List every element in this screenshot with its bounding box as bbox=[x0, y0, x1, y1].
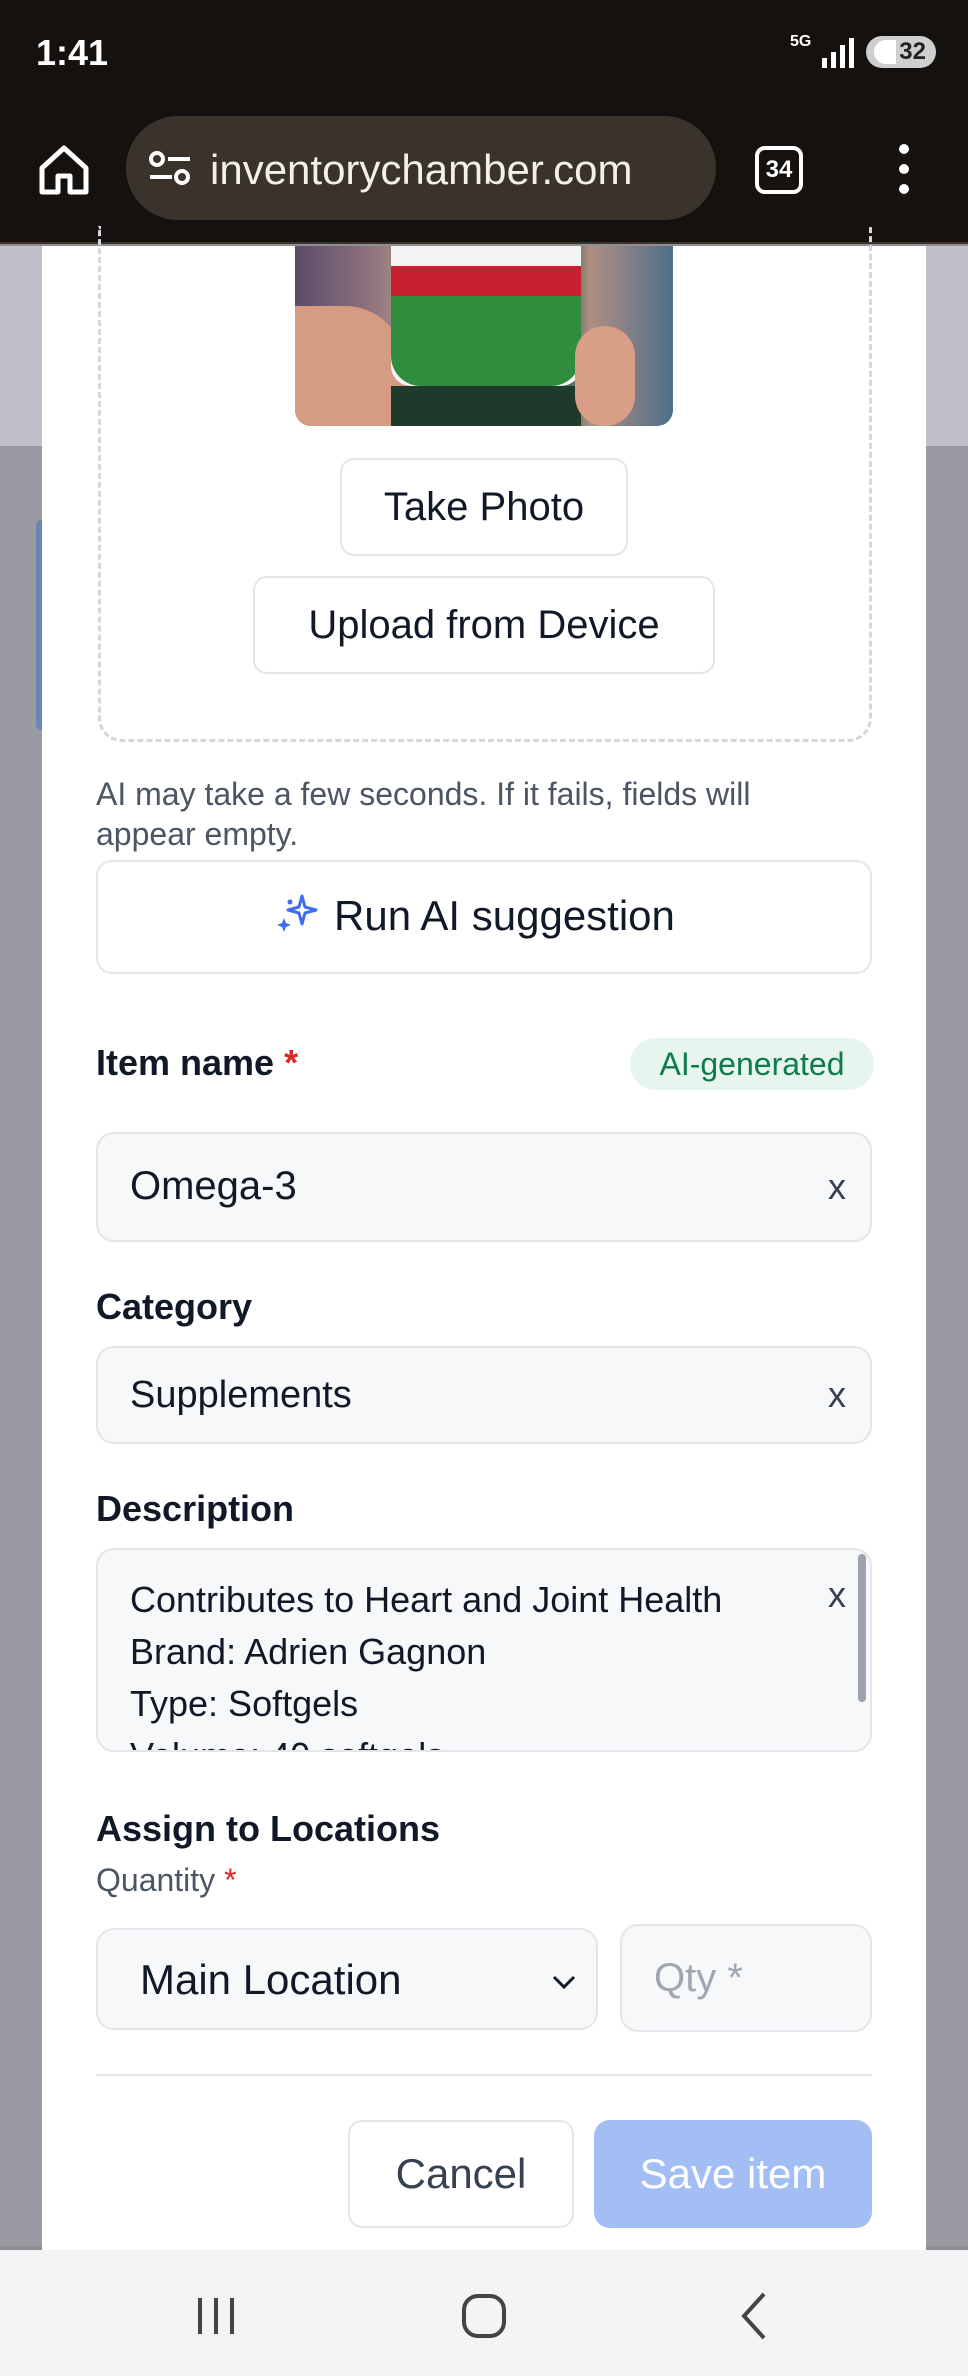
recent-apps-icon[interactable] bbox=[186, 2286, 246, 2346]
take-photo-button[interactable]: Take Photo bbox=[340, 458, 628, 556]
category-input[interactable]: Supplements x bbox=[96, 1346, 872, 1444]
quantity-input[interactable]: Qty * bbox=[620, 1924, 872, 2032]
ai-hint-text: AI may take a few seconds. If it fails, … bbox=[96, 776, 751, 852]
category-label: Category bbox=[96, 1286, 253, 1327]
ai-generated-badge: AI-generated bbox=[630, 1038, 874, 1090]
tab-switcher-button[interactable]: 34 bbox=[755, 146, 803, 194]
description-text[interactable]: Contributes to Heart and Joint Health Br… bbox=[130, 1574, 722, 1750]
add-item-modal: Take Photo Upload from Device AI may tak… bbox=[42, 226, 926, 2252]
location-select-value[interactable]: Main Location bbox=[140, 1956, 402, 2004]
clear-item-name-button[interactable]: x bbox=[828, 1166, 846, 1208]
url-text[interactable]: inventorychamber.com bbox=[210, 146, 633, 194]
location-select[interactable]: Main Location bbox=[96, 1928, 598, 2030]
divider bbox=[96, 2074, 872, 2076]
network-indicator: 5G bbox=[790, 33, 812, 50]
site-settings-icon[interactable] bbox=[148, 150, 192, 186]
category-value[interactable]: Supplements bbox=[130, 1374, 352, 1417]
item-name-label: Item name * bbox=[96, 1042, 299, 1083]
description-label: Description bbox=[96, 1488, 295, 1529]
system-nav-bar bbox=[0, 2250, 968, 2376]
browser-toolbar: inventorychamber.com 34 bbox=[0, 104, 968, 244]
address-bar[interactable]: inventorychamber.com bbox=[126, 116, 716, 220]
item-name-value[interactable]: Omega-3 bbox=[130, 1164, 297, 1209]
more-options-icon[interactable] bbox=[892, 144, 916, 200]
cancel-button[interactable]: Cancel bbox=[348, 2120, 574, 2228]
status-bar: 1:41 5G 32 bbox=[0, 0, 968, 104]
quantity-label: Quantity * bbox=[96, 1862, 237, 1898]
signal-icon bbox=[822, 38, 854, 68]
quantity-placeholder[interactable]: Qty * bbox=[654, 1956, 743, 2001]
clear-description-button[interactable]: x bbox=[828, 1574, 846, 1616]
description-textarea[interactable]: Contributes to Heart and Joint Health Br… bbox=[96, 1548, 872, 1752]
required-mark: * bbox=[284, 1042, 299, 1083]
description-scrollbar[interactable] bbox=[858, 1554, 866, 1702]
home-icon[interactable] bbox=[36, 142, 92, 198]
assign-locations-title: Assign to Locations bbox=[96, 1808, 441, 1849]
back-icon[interactable] bbox=[726, 2286, 786, 2346]
run-ai-suggestion-button[interactable]: Run AI suggestion bbox=[96, 860, 872, 974]
sparkle-icon bbox=[277, 894, 318, 932]
home-nav-icon[interactable] bbox=[454, 2286, 514, 2346]
item-name-input[interactable]: Omega-3 x bbox=[96, 1132, 872, 1242]
status-time: 1:41 bbox=[36, 32, 109, 73]
run-ai-label: Run AI suggestion bbox=[334, 892, 675, 939]
item-photo bbox=[295, 246, 673, 426]
battery-icon bbox=[874, 40, 896, 64]
upload-from-device-button[interactable]: Upload from Device bbox=[253, 576, 715, 674]
battery-indicator: 32 bbox=[866, 36, 936, 68]
chevron-down-icon bbox=[552, 1975, 576, 1990]
save-item-button[interactable]: Save item bbox=[594, 2120, 872, 2228]
clear-category-button[interactable]: x bbox=[828, 1374, 846, 1416]
